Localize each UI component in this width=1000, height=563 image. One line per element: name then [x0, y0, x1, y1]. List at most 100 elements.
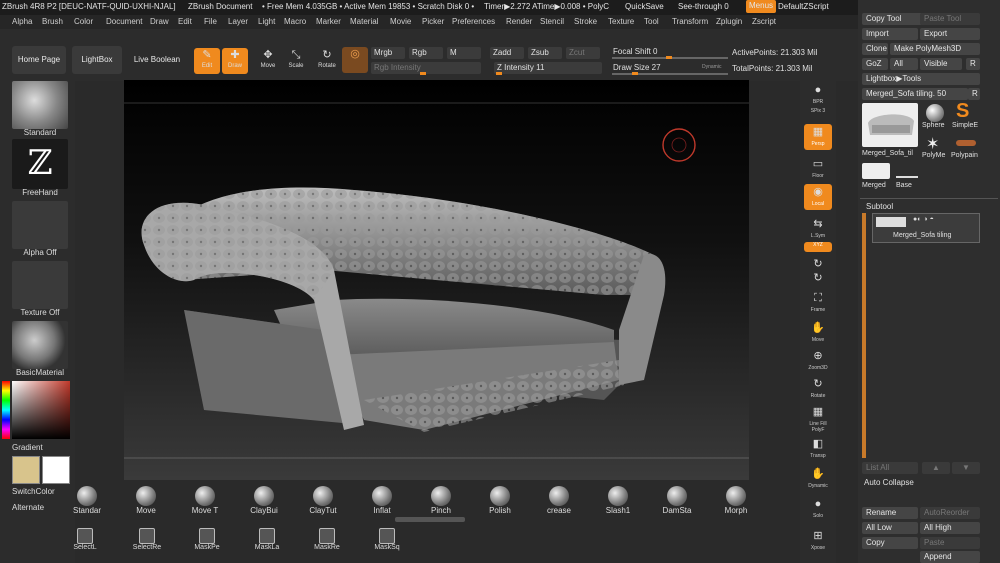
mask-tool-slot[interactable]: MaskSq — [367, 528, 407, 551]
shelf-dynamic-button[interactable]: ✋ Dynamic — [804, 466, 832, 492]
draw-tool-button[interactable]: ✚ Draw — [222, 48, 248, 74]
menu-material[interactable]: Material — [350, 17, 378, 26]
canvas-viewport[interactable] — [124, 80, 749, 480]
menu-edit[interactable]: Edit — [178, 17, 192, 26]
menu-draw[interactable]: Draw — [150, 17, 169, 26]
shelf-local-button[interactable]: ◉ Local — [804, 184, 832, 210]
brush-slot[interactable]: Standar — [62, 486, 112, 515]
dynamic-label[interactable]: Dynamic — [702, 64, 721, 70]
brush-slot[interactable]: Polish — [475, 486, 525, 515]
shelf-xyz-button[interactable]: XYZ — [804, 242, 832, 252]
primary-color-swatch[interactable] — [12, 456, 40, 484]
shelf-floor-button[interactable]: ▭ Floor — [804, 156, 832, 182]
all-low-button[interactable]: All Low — [862, 522, 918, 534]
menu-zplugin[interactable]: Zplugin — [716, 17, 742, 26]
base-tool-icon[interactable] — [896, 166, 918, 178]
all-high-button[interactable]: All High — [920, 522, 980, 534]
menu-movie[interactable]: Movie — [390, 17, 411, 26]
menu-document[interactable]: Document — [106, 17, 142, 26]
subtool-item[interactable]: ●◐ ◑ ◓ Merged_Sofa tiling — [872, 213, 980, 243]
menu-zscript[interactable]: Zscript — [752, 17, 776, 26]
shelf-zoom3d-button[interactable]: ⊕ Zoom3D — [804, 348, 832, 374]
focal-shift-knob[interactable] — [666, 56, 672, 59]
shelf-bpr-button[interactable]: ● BPR — [804, 82, 832, 108]
material-sphere-icon[interactable]: ◎ — [342, 47, 368, 73]
mask-tool-slot[interactable]: SelectL — [65, 528, 105, 551]
make-polymesh-button[interactable]: Make PolyMesh3D — [890, 43, 980, 55]
brush-slot[interactable]: Inflat — [357, 486, 407, 515]
shelf-move-button[interactable]: ✋ Move — [804, 320, 832, 346]
see-through-slider[interactable]: See-through 0 — [678, 2, 729, 11]
live-boolean-button[interactable]: Live Boolean — [128, 46, 186, 74]
zscript-button[interactable]: DefaultZScript — [778, 2, 829, 11]
polymesh-star-icon[interactable]: ✶ — [926, 134, 939, 154]
menu-tool[interactable]: Tool — [644, 17, 659, 26]
brush-slot[interactable]: ClayTut — [298, 486, 348, 515]
tool-r-button[interactable]: R — [968, 88, 980, 100]
subtool-scrollbar[interactable] — [862, 213, 866, 458]
append-button[interactable]: Append — [920, 551, 980, 563]
z-intensity-knob[interactable] — [496, 72, 502, 75]
shelf-spix-3-button[interactable]: SPix 3 — [804, 108, 832, 118]
sofa-model[interactable] — [124, 80, 749, 480]
quicksave-button[interactable]: QuickSave — [625, 2, 664, 11]
shelf-resize-handle[interactable] — [395, 517, 465, 522]
auto-collapse-toggle[interactable]: Auto Collapse — [864, 478, 914, 487]
brush-slot[interactable]: ClayBui — [239, 486, 289, 515]
lightbox-button[interactable]: LightBox — [72, 46, 122, 74]
rotate-tool-button[interactable]: ↻ Rotate — [314, 48, 340, 74]
zsub-button[interactable]: Zsub — [528, 47, 562, 59]
menu-texture[interactable]: Texture — [608, 17, 634, 26]
paste-tool-button[interactable]: Paste Tool — [920, 13, 980, 25]
export-button[interactable]: Export — [920, 28, 980, 40]
mask-tool-slot[interactable]: MaskLa — [247, 528, 287, 551]
polypaint-icon[interactable] — [956, 140, 976, 146]
shelf-xpose-button[interactable]: ⊞ Xpose — [804, 528, 832, 554]
standard-brush-icon[interactable] — [12, 81, 68, 129]
mask-tool-slot[interactable]: MaskPe — [187, 528, 227, 551]
move-tool-button[interactable]: ✥ Move — [255, 48, 281, 74]
menu-transform[interactable]: Transform — [672, 17, 708, 26]
paste-button[interactable]: Paste — [920, 537, 980, 549]
import-button[interactable]: Import — [862, 28, 918, 40]
alpha-off-icon[interactable] — [12, 201, 68, 249]
home-page-button[interactable]: Home Page — [12, 46, 66, 74]
shelf-l-sym-button[interactable]: ⇆ L.Sym — [804, 216, 832, 242]
rename-button[interactable]: Rename — [862, 507, 918, 519]
shelf-line-fill-polyf-button[interactable]: ▦ Line Fill PolyF — [804, 404, 832, 433]
clone-button[interactable]: Clone — [862, 43, 888, 55]
draw-size-knob[interactable] — [632, 72, 638, 75]
sphere-tool-icon[interactable] — [926, 104, 944, 122]
list-all-button[interactable]: List All — [862, 462, 918, 474]
menu-light[interactable]: Light — [258, 17, 275, 26]
goz-visible-button[interactable]: Visible — [920, 58, 962, 70]
goz-r-button[interactable]: R — [966, 58, 980, 70]
rgb-button[interactable]: Rgb — [409, 47, 443, 59]
alternate-button[interactable]: Alternate — [12, 503, 68, 512]
brush-slot[interactable]: Morph — [711, 486, 761, 515]
goz-button[interactable]: GoZ — [862, 58, 888, 70]
edit-tool-button[interactable]: ✎ Edit — [194, 48, 220, 74]
simple-brush-icon[interactable]: S — [956, 100, 969, 123]
mrgb-button[interactable]: Mrgb — [371, 47, 405, 59]
brush-slot[interactable]: Slash1 — [593, 486, 643, 515]
menu-stencil[interactable]: Stencil — [540, 17, 564, 26]
menu-file[interactable]: File — [204, 17, 217, 26]
rgb-intensity-slider[interactable]: Rgb Intensity — [371, 62, 481, 74]
current-tool-slider[interactable]: Merged_Sofa tiling. 50 — [862, 88, 968, 100]
shelf-solo-button[interactable]: ● Solo — [804, 496, 832, 522]
secondary-color-swatch[interactable] — [42, 456, 70, 484]
eye-icon[interactable]: ●◐ ◑ ◓ — [913, 216, 934, 223]
arrow-down-icon[interactable]: ▼ — [952, 462, 980, 474]
goz-all-button[interactable]: All — [890, 58, 918, 70]
mask-tool-slot[interactable]: SelectRe — [127, 528, 167, 551]
menu-render[interactable]: Render — [506, 17, 532, 26]
zadd-button[interactable]: Zadd — [490, 47, 524, 59]
rgb-intensity-knob[interactable] — [420, 72, 426, 75]
menu-color[interactable]: Color — [74, 17, 93, 26]
menu-picker[interactable]: Picker — [422, 17, 444, 26]
menu-macro[interactable]: Macro — [284, 17, 306, 26]
mask-tool-slot[interactable]: MaskRe — [307, 528, 347, 551]
switch-color-button[interactable]: SwitchColor — [12, 487, 68, 496]
menus-toggle[interactable]: Menus — [746, 0, 777, 13]
